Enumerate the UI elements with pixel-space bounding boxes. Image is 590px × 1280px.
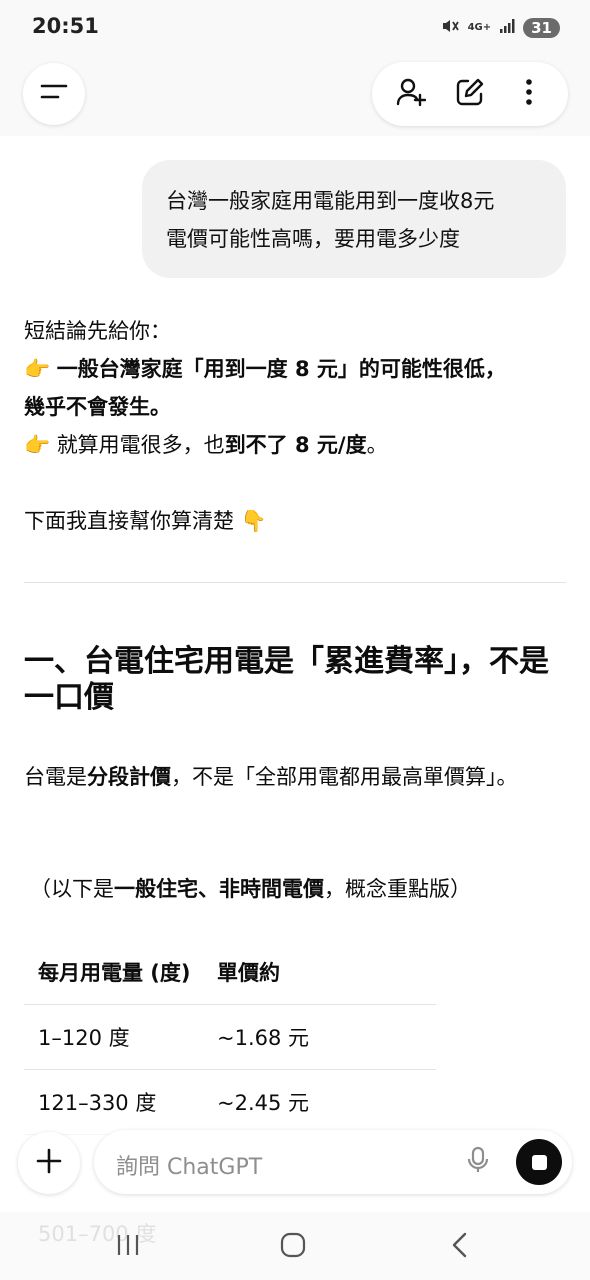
answer-point-1-bold: 一般台灣家庭「用到一度 8 元」的可能性很低， xyxy=(56,357,506,381)
table-header-price: 單價約 xyxy=(217,961,280,985)
menu-button[interactable] xyxy=(23,63,85,125)
system-nav-bar: 501–700 度 xyxy=(0,1212,590,1280)
back-icon xyxy=(450,1232,470,1262)
conversation: 台灣一般家庭用電能用到一度收8元 電價可能性高嗎，要用電多少度 短結論先給你： … xyxy=(0,136,590,1136)
app-header xyxy=(0,56,590,136)
note-text-b: ，概念重點版） xyxy=(324,877,471,901)
recent-apps-button[interactable] xyxy=(108,1230,148,1264)
para-text-a: 台電是 xyxy=(24,765,87,789)
table-cell-usage: 1–120 度 xyxy=(38,1026,130,1050)
network-label: 4G+ xyxy=(467,22,492,33)
status-bar: 20:51 4G+ 31 xyxy=(0,0,590,56)
table-header-usage: 每月用電量 (度) xyxy=(38,961,191,985)
menu-icon xyxy=(40,82,68,106)
section-heading: 一、台電住宅用電是「累進費率」，不是一口價 xyxy=(24,644,549,715)
stop-button[interactable] xyxy=(516,1139,562,1185)
edit-icon xyxy=(455,77,485,111)
answer-point-1-cont: 幾乎不會發生。 xyxy=(24,388,568,426)
new-chat-button[interactable] xyxy=(448,72,492,116)
answer-note: （以下是一般住宅、非時間電價，概念重點版） xyxy=(30,870,560,908)
answer-point-2-end: 。 xyxy=(366,433,388,457)
answer-point-2: 👉 就算用電很多，也到不了 8 元/度。 xyxy=(24,426,568,464)
status-time: 20:51 xyxy=(32,14,99,38)
microphone-icon xyxy=(466,1146,490,1178)
table-cell-price: ~1.68 元 xyxy=(217,1026,310,1050)
more-icon xyxy=(524,77,534,111)
section-divider xyxy=(24,582,566,583)
table-cell-price: ~2.45 元 xyxy=(217,1091,310,1115)
answer-paragraph: 台電是分段計價，不是「全部用電都用最高單價算」。 xyxy=(24,758,544,796)
pointing-down-icon: 👇 xyxy=(240,509,267,533)
back-button[interactable] xyxy=(440,1230,480,1264)
more-options-button[interactable] xyxy=(507,72,551,116)
answer-calc-line: 下面我直接幫你算清楚 👇 xyxy=(24,502,568,540)
recents-icon xyxy=(115,1233,141,1261)
message-input[interactable]: 詢問 ChatGPT xyxy=(94,1130,572,1194)
user-message-line-1: 台灣一般家庭用電能用到一度收8元 xyxy=(166,189,495,213)
add-person-button[interactable] xyxy=(389,72,433,116)
assistant-answer: 短結論先給你： 👉 一般台灣家庭「用到一度 8 元」的可能性很低， 幾乎不會發生… xyxy=(24,312,568,540)
attach-button[interactable] xyxy=(18,1132,80,1194)
status-icons: 4G+ 31 xyxy=(440,16,560,40)
header-actions xyxy=(372,62,568,126)
answer-point-1: 👉 一般台灣家庭「用到一度 8 元」的可能性很低， xyxy=(24,350,568,388)
answer-intro: 短結論先給你： xyxy=(24,319,171,343)
add-person-icon xyxy=(396,77,427,111)
home-icon xyxy=(280,1232,306,1262)
user-message-bubble: 台灣一般家庭用電能用到一度收8元 電價可能性高嗎，要用電多少度 xyxy=(142,160,566,278)
rate-table: 每月用電量 (度) 單價約 1–120 度 ~1.68 元 121–330 度 … xyxy=(24,940,436,1135)
answer-point-2-bold: 到不了 8 元/度 xyxy=(224,433,367,457)
table-header-row: 每月用電量 (度) 單價約 xyxy=(24,940,436,1005)
table-row: 1–120 度 ~1.68 元 xyxy=(24,1005,436,1070)
home-button[interactable] xyxy=(273,1230,313,1264)
note-bold: 一般住宅、非時間電價 xyxy=(114,877,324,901)
plus-icon xyxy=(36,1148,62,1178)
battery-indicator: 31 xyxy=(523,18,560,38)
answer-calc-text: 下面我直接幫你算清楚 xyxy=(24,509,234,533)
answer-point-2-text: 就算用電很多，也 xyxy=(56,433,225,457)
stop-icon xyxy=(531,1154,547,1170)
para-text-b: ，不是「全部用電都用最高單價算」。 xyxy=(171,765,518,789)
signal-icon xyxy=(499,18,515,38)
voice-input-button[interactable] xyxy=(458,1142,498,1182)
para-bold: 分段計價 xyxy=(87,765,171,789)
user-message-line-2: 電價可能性高嗎，要用電多少度 xyxy=(166,227,460,251)
message-input-placeholder: 詢問 ChatGPT xyxy=(116,1155,263,1180)
mute-icon xyxy=(440,16,460,40)
note-text-a: （以下是 xyxy=(30,877,114,901)
pointing-right-icon: 👉 xyxy=(24,433,51,457)
answer-point-1-bold-b: 幾乎不會發生。 xyxy=(24,395,171,419)
pointing-right-icon: 👉 xyxy=(24,357,51,381)
table-cell-usage: 121–330 度 xyxy=(38,1091,157,1115)
